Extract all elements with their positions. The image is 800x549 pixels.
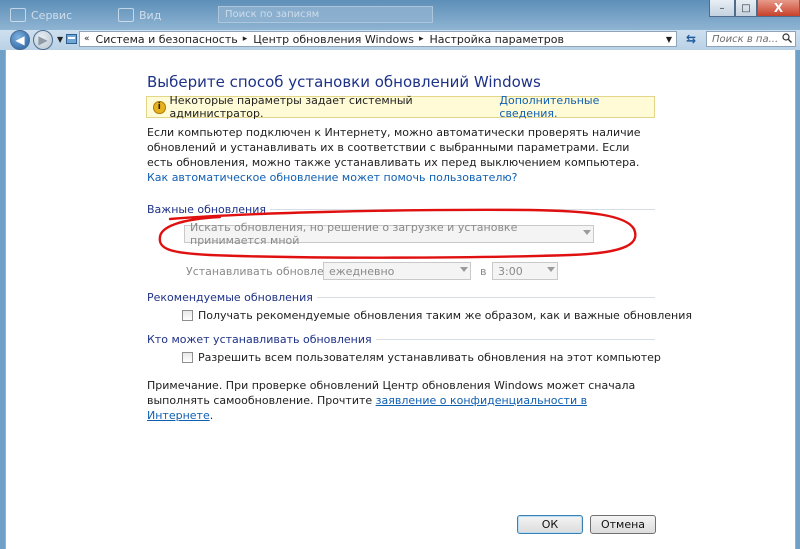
breadcrumb-windows-update[interactable]: Центр обновления Windows ▸ [253, 33, 423, 46]
close-button[interactable]: X [757, 0, 800, 17]
recommended-updates-checkbox[interactable]: Получать рекомендуемые обновления таким … [182, 309, 692, 322]
chevron-right-icon[interactable]: ▸ [243, 34, 248, 44]
address-bar[interactable]: « Система и безопасность ▸ Центр обновлен… [79, 31, 677, 47]
breadcrumb-system-security[interactable]: Система и безопасность ▸ [96, 33, 248, 46]
recommended-updates-header: Рекомендуемые обновления [147, 291, 655, 304]
organize-menu: Сервис [10, 6, 72, 24]
cancel-button[interactable]: Отмена [590, 515, 656, 534]
chevron-down-icon [547, 267, 555, 272]
background-search-box: Поиск по записям [218, 6, 433, 23]
info-icon: i [153, 100, 166, 114]
control-panel-icon [66, 33, 77, 45]
ok-button[interactable]: ОК [517, 515, 583, 534]
info-text: Некоторые параметры задает системный адм… [169, 94, 413, 120]
all-users-checkbox[interactable]: Разрешить всем пользователям устанавлива… [182, 351, 661, 364]
at-label: в [480, 265, 487, 278]
breadcrumb-change-settings[interactable]: Настройка параметров [429, 33, 564, 46]
admin-info-bar: i Некоторые параметры задает системный а… [146, 94, 655, 120]
breadcrumb-overflow-icon[interactable]: « [84, 34, 90, 44]
views-icon [118, 8, 134, 22]
section-divider [375, 338, 655, 340]
checkbox[interactable] [182, 352, 193, 363]
forward-button[interactable]: ▶ [33, 30, 53, 50]
organize-icon [10, 8, 26, 22]
views-menu: Вид [118, 6, 161, 24]
help-link[interactable]: Как автоматическое обновление может помо… [147, 171, 518, 184]
more-info-link[interactable]: Дополнительные сведения. [499, 94, 654, 120]
maximize-button[interactable]: □ [735, 0, 757, 17]
refresh-icon[interactable]: ⇆ [682, 32, 700, 46]
chevron-down-icon [460, 267, 468, 272]
search-icon[interactable] [782, 32, 792, 46]
description-text: Если компьютер подключен к Интернету, мо… [147, 126, 641, 169]
checkbox[interactable] [182, 310, 193, 321]
privacy-note: Примечание. При проверке обновлений Цент… [147, 379, 636, 422]
back-button[interactable]: ◀ [10, 30, 30, 50]
red-annotation-circle [158, 208, 637, 259]
chevron-right-icon[interactable]: ▸ [419, 34, 424, 44]
page-title: Выберите способ установки обновлений Win… [147, 73, 541, 91]
section-divider [316, 296, 655, 298]
who-can-install-header: Кто может устанавливать обновления [147, 333, 655, 346]
minimize-button[interactable]: – [709, 0, 735, 17]
recent-pages-dropdown-icon[interactable]: ▼ [57, 35, 63, 44]
search-input[interactable]: Поиск в па... [706, 31, 796, 47]
address-dropdown-icon[interactable]: ▼ [666, 35, 672, 44]
